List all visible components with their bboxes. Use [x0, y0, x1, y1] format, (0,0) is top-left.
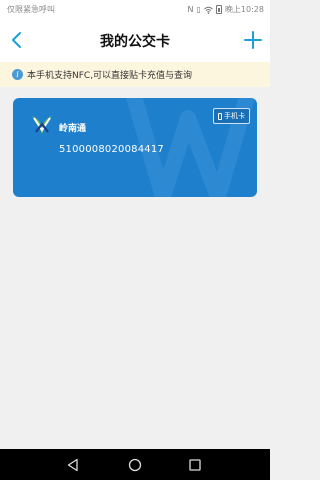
- transit-card[interactable]: 岭南通 5100008020084417 手机卡: [13, 98, 257, 197]
- page-title: 我的公交卡: [100, 34, 170, 50]
- wifi-icon: [204, 6, 213, 14]
- status-bar: 仅限紧急呼叫 N ▯ 晚上10:28: [0, 0, 270, 18]
- app-header: 我的公交卡: [0, 18, 270, 62]
- battery-icon: [215, 5, 222, 14]
- carrier-text: 仅限紧急呼叫: [7, 5, 55, 14]
- nfc-icon: N: [187, 4, 194, 14]
- tag-label: 手机卡: [224, 112, 245, 120]
- system-nav-bar: [0, 449, 270, 480]
- card-name: 岭南通: [59, 124, 87, 134]
- status-time: 晚上10:28: [224, 5, 264, 14]
- vibrate-icon: ▯: [196, 4, 201, 14]
- home-circle-icon[interactable]: [128, 458, 142, 472]
- info-icon: i: [12, 69, 23, 80]
- plus-icon[interactable]: [242, 28, 264, 52]
- status-icons: N ▯ 晚上10:28: [188, 4, 264, 15]
- notice-text: 本手机支持NFC,可以直接贴卡充值与查询: [27, 71, 193, 81]
- nfc-notice-banner: i 本手机支持NFC,可以直接贴卡充值与查询: [0, 62, 270, 87]
- phone-icon: [218, 112, 222, 120]
- phone-card-tag: 手机卡: [213, 108, 250, 124]
- recents-square-icon[interactable]: [188, 458, 202, 472]
- back-triangle-icon[interactable]: [66, 458, 80, 472]
- lingnantong-logo-icon: [32, 116, 52, 134]
- card-number: 5100008020084417: [59, 144, 164, 155]
